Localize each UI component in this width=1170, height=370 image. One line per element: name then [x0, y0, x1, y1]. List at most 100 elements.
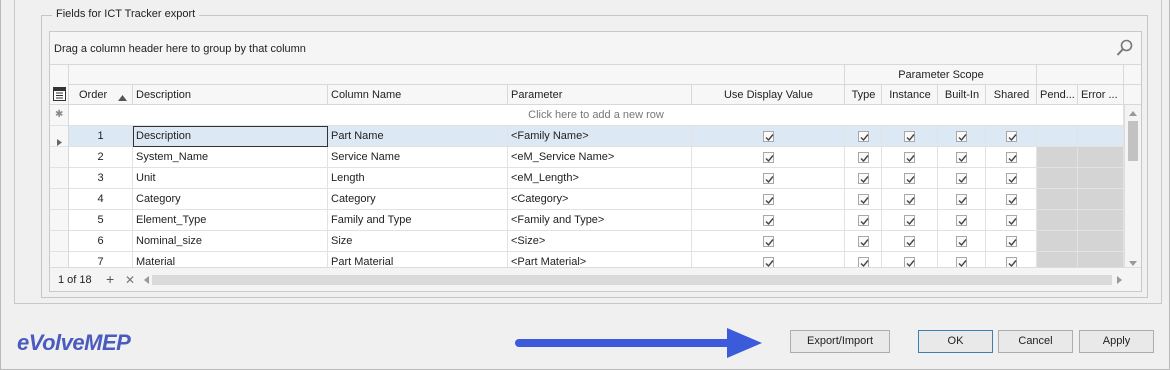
row-indicator[interactable]	[50, 210, 69, 231]
checkbox-cell	[882, 168, 938, 189]
column-header-instance[interactable]: Instance	[882, 85, 938, 105]
built-in-checkbox[interactable]	[956, 173, 967, 184]
cell-column-name[interactable]: Part Name	[328, 126, 508, 147]
instance-checkbox[interactable]	[904, 173, 915, 184]
cancel-button[interactable]: Cancel	[998, 330, 1073, 353]
instance-checkbox[interactable]	[904, 194, 915, 205]
cell-description[interactable]: Nominal_size	[133, 231, 328, 252]
type-checkbox[interactable]	[858, 152, 869, 163]
cell-parameter[interactable]: <eM_Service Name>	[508, 147, 692, 168]
cell-parameter[interactable]: <Size>	[508, 231, 692, 252]
built-in-checkbox[interactable]	[956, 236, 967, 247]
checkbox-cell	[882, 126, 938, 147]
use-display-value-checkbox[interactable]	[763, 194, 774, 205]
column-header-type[interactable]: Type	[845, 85, 882, 105]
scroll-up-arrow[interactable]	[1129, 107, 1137, 119]
checkbox-cell	[986, 147, 1037, 168]
use-display-value-checkbox[interactable]	[763, 131, 774, 142]
shared-checkbox[interactable]	[1006, 215, 1017, 226]
built-in-checkbox[interactable]	[956, 152, 967, 163]
new-row-prompt[interactable]: Click here to add a new row	[69, 105, 1124, 126]
horizontal-scrollbar[interactable]	[142, 272, 1124, 287]
export-import-button[interactable]: Export/Import	[790, 330, 890, 353]
column-header-use-display-value[interactable]: Use Display Value	[692, 85, 845, 105]
checkbox-cell	[692, 189, 845, 210]
fields-grid[interactable]: Drag a column header here to group by th…	[49, 31, 1142, 292]
use-display-value-checkbox[interactable]	[763, 173, 774, 184]
built-in-checkbox[interactable]	[956, 215, 967, 226]
cell-parameter[interactable]: <eM_Length>	[508, 168, 692, 189]
use-display-value-checkbox[interactable]	[763, 152, 774, 163]
cell-column-name[interactable]: Length	[328, 168, 508, 189]
use-display-value-checkbox[interactable]	[763, 236, 774, 247]
horizontal-scroll-thumb[interactable]	[152, 275, 1112, 285]
built-in-checkbox[interactable]	[956, 194, 967, 205]
cell-parameter[interactable]: <Family Name>	[508, 126, 692, 147]
instance-checkbox[interactable]	[904, 152, 915, 163]
shared-checkbox[interactable]	[1006, 173, 1017, 184]
instance-checkbox[interactable]	[904, 215, 915, 226]
row-indicator[interactable]	[50, 189, 69, 210]
type-checkbox[interactable]	[858, 236, 869, 247]
shared-checkbox[interactable]	[1006, 236, 1017, 247]
cell-order[interactable]: 5	[69, 210, 133, 231]
type-checkbox[interactable]	[858, 194, 869, 205]
built-in-checkbox[interactable]	[956, 131, 967, 142]
search-icon[interactable]	[1115, 38, 1135, 58]
instance-checkbox[interactable]	[904, 236, 915, 247]
vertical-scroll-thumb[interactable]	[1128, 121, 1138, 161]
row-indicator[interactable]	[50, 126, 69, 147]
checkbox-cell	[845, 189, 882, 210]
checkbox-cell	[938, 168, 986, 189]
cell-order[interactable]: 3	[69, 168, 133, 189]
use-display-value-checkbox[interactable]	[763, 215, 774, 226]
apply-button[interactable]: Apply	[1079, 330, 1154, 353]
shared-checkbox[interactable]	[1006, 194, 1017, 205]
cell-column-name[interactable]: Family and Type	[328, 210, 508, 231]
shared-checkbox[interactable]	[1006, 131, 1017, 142]
cell-error	[1078, 147, 1124, 168]
column-header-pending[interactable]: Pend...	[1037, 85, 1078, 105]
delete-record-button[interactable]: ✕	[125, 273, 135, 287]
order-header-label: Order	[79, 89, 108, 101]
cell-description[interactable]: Unit	[133, 168, 328, 189]
instance-checkbox[interactable]	[904, 131, 915, 142]
ok-button[interactable]: OK	[918, 330, 993, 353]
cell-description[interactable]: Description	[133, 126, 328, 147]
type-checkbox[interactable]	[858, 131, 869, 142]
column-header-column-name[interactable]: Column Name	[328, 85, 508, 105]
column-header-parameter[interactable]: Parameter	[508, 85, 692, 105]
cell-parameter[interactable]: <Category>	[508, 189, 692, 210]
cell-order[interactable]: 2	[69, 147, 133, 168]
row-indicator[interactable]	[50, 231, 69, 252]
column-header-error[interactable]: Error ...	[1078, 85, 1124, 105]
column-chooser-icon[interactable]	[53, 87, 66, 104]
row-indicator[interactable]	[50, 147, 69, 168]
cell-order[interactable]: 6	[69, 231, 133, 252]
cell-error	[1078, 231, 1124, 252]
cell-description[interactable]: Element_Type	[133, 210, 328, 231]
cell-column-name[interactable]: Size	[328, 231, 508, 252]
column-header-description[interactable]: Description	[133, 85, 328, 105]
cell-parameter[interactable]: <Family and Type>	[508, 210, 692, 231]
column-header-order[interactable]: Order	[69, 85, 133, 105]
scroll-right-arrow[interactable]	[1117, 275, 1122, 287]
type-checkbox[interactable]	[858, 215, 869, 226]
vertical-scrollbar[interactable]	[1124, 105, 1141, 267]
cell-column-name[interactable]: Category	[328, 189, 508, 210]
cell-order[interactable]: 1	[69, 126, 133, 147]
checkbox-cell	[986, 210, 1037, 231]
cell-description[interactable]: System_Name	[133, 147, 328, 168]
column-header-built-in[interactable]: Built-In	[938, 85, 986, 105]
cell-order[interactable]: 4	[69, 189, 133, 210]
scroll-left-arrow[interactable]	[144, 275, 149, 287]
cell-description[interactable]: Category	[133, 189, 328, 210]
cell-column-name[interactable]: Service Name	[328, 147, 508, 168]
type-checkbox[interactable]	[858, 173, 869, 184]
row-indicator[interactable]	[50, 168, 69, 189]
group-by-panel[interactable]: Drag a column header here to group by th…	[50, 32, 1141, 65]
cell-pending	[1037, 231, 1078, 252]
add-record-button[interactable]: +	[106, 271, 114, 287]
shared-checkbox[interactable]	[1006, 152, 1017, 163]
column-header-shared[interactable]: Shared	[986, 85, 1037, 105]
